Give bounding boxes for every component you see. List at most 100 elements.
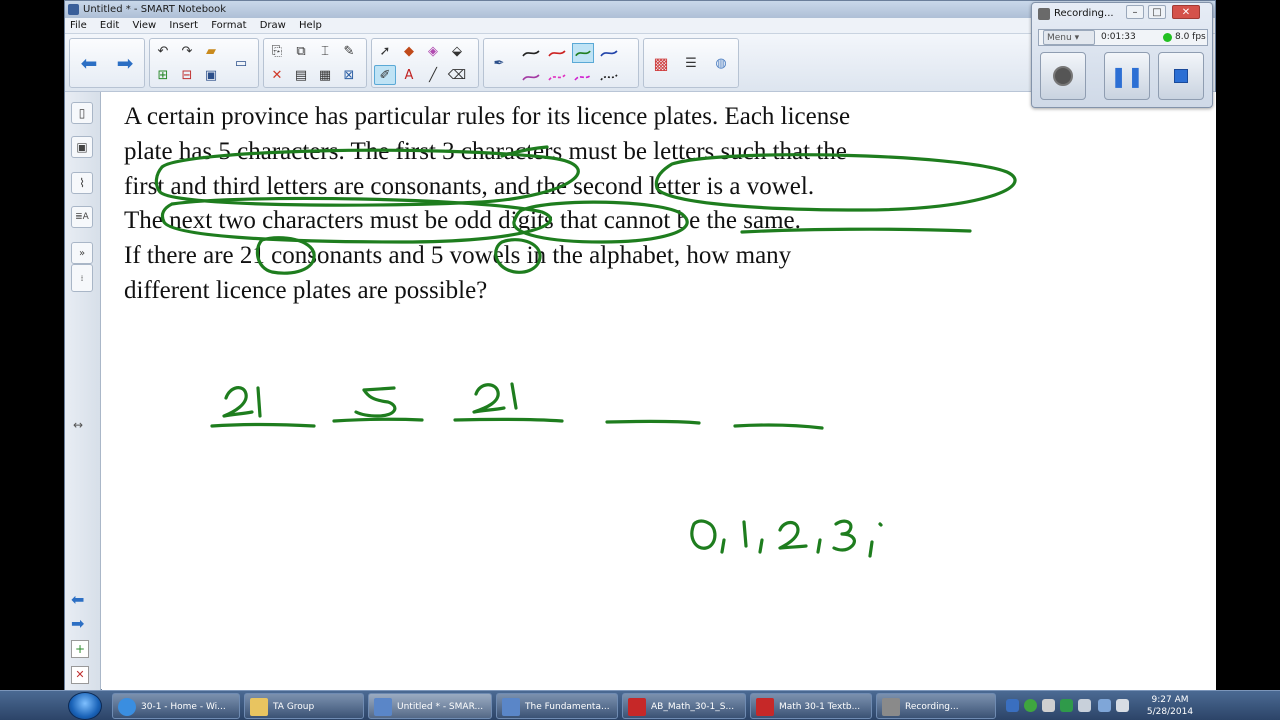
- menu-file[interactable]: File: [65, 18, 92, 34]
- pen-type-icon[interactable]: ✒: [488, 53, 510, 73]
- spell-check-icon[interactable]: ✎: [338, 41, 360, 61]
- next-page-icon[interactable]: ➡: [71, 614, 84, 633]
- undo-icon[interactable]: ↶: [152, 41, 174, 61]
- lines-icon[interactable]: ╱: [422, 65, 444, 85]
- properties-group: ▩ ☰ ◍: [643, 38, 739, 88]
- table-icon[interactable]: ▦: [314, 65, 336, 85]
- sidebar-grip-icon[interactable]: ⁞: [71, 264, 93, 292]
- forward-arrow-icon[interactable]: ➡: [114, 51, 136, 75]
- ink-comma: [816, 538, 822, 554]
- paste-icon[interactable]: ⎘: [266, 41, 288, 61]
- pen-style-pink[interactable]: [546, 67, 568, 87]
- properties-tab-icon[interactable]: ≣A: [71, 206, 93, 228]
- add-page-sidebar-icon[interactable]: +: [71, 640, 89, 658]
- start-button[interactable]: [68, 692, 102, 720]
- page-sorter-icon[interactable]: ▯: [71, 102, 93, 124]
- delete-page-sidebar-icon[interactable]: ✕: [71, 666, 89, 684]
- screen-capture-icon[interactable]: ⧉: [290, 41, 312, 61]
- pens-icon[interactable]: ✐: [374, 65, 396, 85]
- document-camera-icon[interactable]: ⌶: [314, 41, 336, 61]
- previous-page-icon[interactable]: ⬅: [71, 590, 84, 609]
- recorder-fps: 8.0 fps: [1175, 32, 1206, 42]
- text-icon[interactable]: A: [398, 65, 420, 85]
- display-icon[interactable]: ▭: [230, 53, 252, 73]
- record-button[interactable]: [1040, 52, 1086, 100]
- taskbar-label: AB_Math_30-1_S...: [651, 702, 735, 712]
- network-icon[interactable]: [1006, 699, 1019, 712]
- check-icon[interactable]: [1024, 699, 1037, 712]
- pen-style-red[interactable]: [546, 43, 568, 63]
- back-arrow-icon[interactable]: ⬅: [78, 51, 100, 75]
- taskbar-item-notebook[interactable]: Untitled * - SMAR...: [368, 693, 492, 719]
- ink-digit-2: [778, 520, 808, 550]
- pause-button[interactable]: ❚❚: [1104, 52, 1150, 100]
- line-width-icon[interactable]: ☰: [680, 53, 702, 73]
- eraser-icon[interactable]: ◈: [422, 41, 444, 61]
- redo-icon[interactable]: ↷: [176, 41, 198, 61]
- ink-digit-2: [472, 383, 506, 414]
- save-icon[interactable]: ▣: [200, 65, 222, 85]
- fill-icon[interactable]: ⬙: [446, 41, 468, 61]
- gallery-icon[interactable]: ▣: [71, 136, 93, 158]
- pen-style-blue[interactable]: [598, 43, 620, 63]
- minimize-button[interactable]: –: [1126, 5, 1144, 19]
- monitor-icon[interactable]: [1078, 699, 1091, 712]
- taskbar-item-recorder[interactable]: Recording...: [876, 693, 996, 719]
- flag-icon[interactable]: [1042, 699, 1055, 712]
- pdf-icon: [756, 698, 774, 716]
- addons-icon[interactable]: »: [71, 242, 93, 264]
- ink-slot-line: [332, 417, 424, 423]
- menu-insert[interactable]: Insert: [164, 18, 203, 34]
- full-screen-icon[interactable]: ⊠: [338, 65, 360, 85]
- maximize-button[interactable]: □: [1148, 5, 1166, 19]
- recorder-elapsed: 0:01:33: [1101, 32, 1136, 42]
- delete-page-icon[interactable]: ⊟: [176, 65, 198, 85]
- ink-digit-1: [510, 382, 518, 410]
- update-icon[interactable]: [1060, 699, 1073, 712]
- taskbar-item-notebook-2[interactable]: The Fundamenta...: [496, 693, 618, 719]
- menu-draw[interactable]: Draw: [255, 18, 291, 34]
- system-clock[interactable]: 9:27 AM 5/28/2014: [1140, 694, 1200, 718]
- screen-shade-icon[interactable]: ▤: [290, 65, 312, 85]
- taskbar-item-pdf-1[interactable]: AB_Math_30-1_S...: [622, 693, 746, 719]
- pdf-icon: [628, 698, 646, 716]
- ink-ellipse-consonants: [154, 148, 580, 207]
- notebook-page[interactable]: A certain province has particular rules …: [102, 92, 1216, 691]
- taskbar-label: The Fundamenta...: [525, 702, 610, 712]
- pen-style-green[interactable]: [572, 43, 594, 63]
- recorder-menu-dropdown[interactable]: Menu ▾: [1043, 30, 1095, 45]
- select-arrow-icon[interactable]: ➚: [374, 41, 396, 61]
- delete-icon[interactable]: ✕: [266, 65, 288, 85]
- ink-digit-1: [256, 386, 262, 418]
- taskbar-item-pdf-2[interactable]: Math 30-1 Textb...: [750, 693, 872, 719]
- menu-edit[interactable]: Edit: [95, 18, 124, 34]
- stop-button[interactable]: [1158, 52, 1204, 100]
- menu-view[interactable]: View: [127, 18, 161, 34]
- close-button[interactable]: ✕: [1172, 5, 1200, 19]
- window-title: Untitled * - SMART Notebook: [83, 4, 227, 15]
- menu-help[interactable]: Help: [294, 18, 327, 34]
- ink-ellipse-odd-digits: [512, 200, 689, 244]
- ink-slot-line: [210, 422, 316, 428]
- shapes-icon[interactable]: ◆: [398, 41, 420, 61]
- taskbar-item-browser[interactable]: 30-1 - Home - Wi...: [112, 693, 240, 719]
- color-palette-icon[interactable]: ▩: [650, 53, 672, 73]
- open-folder-icon[interactable]: ▰: [200, 41, 222, 61]
- pen-style-black[interactable]: [520, 43, 542, 63]
- pen-style-purple-dash[interactable]: [520, 67, 542, 87]
- taskbar-label: Recording...: [905, 702, 959, 712]
- volume-icon[interactable]: [1116, 699, 1129, 712]
- resize-arrows-icon[interactable]: ↔: [73, 418, 83, 432]
- magic-pen-icon[interactable]: ⌫: [446, 65, 468, 85]
- clock-time: 9:27 AM: [1151, 695, 1189, 705]
- pen-style-black-dash[interactable]: [598, 67, 620, 87]
- sync-icon[interactable]: [1098, 699, 1111, 712]
- taskbar-label: TA Group: [273, 702, 315, 712]
- menu-format[interactable]: Format: [206, 18, 251, 34]
- pen-style-magenta[interactable]: [572, 67, 594, 87]
- add-page-icon[interactable]: ⊞: [152, 65, 174, 85]
- recorder-window[interactable]: Recording... – □ ✕ Menu ▾ 0:01:33 8.0 fp…: [1031, 2, 1213, 108]
- transparency-icon[interactable]: ◍: [710, 53, 732, 73]
- taskbar-item-folder[interactable]: TA Group: [244, 693, 364, 719]
- attachments-icon[interactable]: ⌇: [71, 172, 93, 194]
